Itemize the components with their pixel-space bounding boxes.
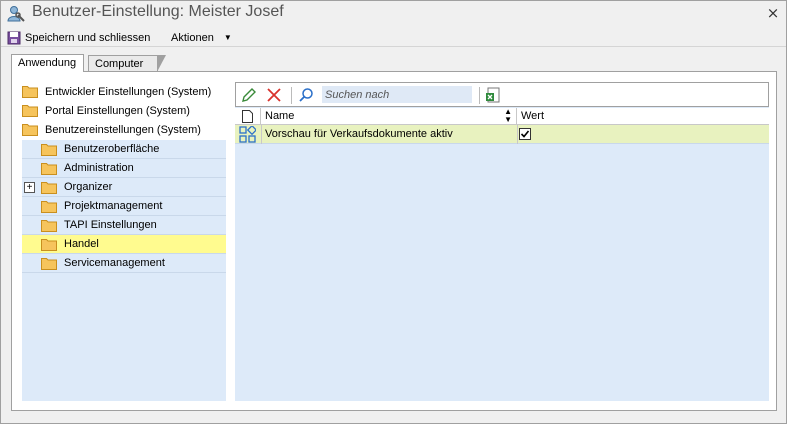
grid-header: Name ▲ ▼ Wert: [235, 108, 769, 125]
toolbar-separator: [479, 87, 480, 104]
settings-grid: Name ▲▼ Wert Vorschau für Verkaufsdokume…: [235, 82, 769, 401]
tree-item-label: Entwickler Einstellungen (System): [45, 85, 212, 98]
window-title: Benutzer-Einstellung: Meister Josef: [32, 3, 284, 20]
column-header-wert[interactable]: Wert: [517, 108, 769, 125]
tree-item-label: Handel: [64, 238, 99, 250]
folder-icon: [41, 200, 57, 213]
row-name-cell: Vorschau für Verkaufsdokumente aktiv: [265, 128, 453, 140]
folder-icon: [41, 238, 57, 251]
tree-item-label: Administration: [64, 162, 134, 174]
actions-menu-button[interactable]: Aktionen ▼: [171, 29, 232, 46]
main-toolbar: Speichern und schliessen Aktionen ▼: [1, 27, 786, 47]
tree-item-label: Organizer: [64, 181, 113, 193]
tree-item-benutzeroberflaeche[interactable]: Benutzeroberfläche: [22, 140, 226, 159]
folder-icon: [22, 105, 38, 117]
tree-item-label: TAPI Einstellungen: [64, 219, 157, 231]
table-row[interactable]: Vorschau für Verkaufsdokumente aktiv: [235, 125, 769, 144]
settings-tree: Entwickler Einstellungen (System) Portal…: [22, 82, 226, 401]
folder-icon: [41, 181, 57, 194]
title-bar: Benutzer-Einstellung: Meister Josef ×: [1, 1, 786, 27]
folder-icon: [22, 124, 38, 136]
toolbar-separator: [291, 87, 292, 104]
tree-item-organizer[interactable]: + Organizer: [22, 178, 226, 197]
tree-item-label: Benutzereinstellungen (System): [45, 123, 201, 136]
sort-arrows-icon: ▲ ▼: [504, 107, 512, 124]
settings-window: Benutzer-Einstellung: Meister Josef × Sp…: [0, 0, 787, 424]
tree-item-projektmanagement[interactable]: Projektmanagement: [22, 197, 226, 216]
tree-item-administration[interactable]: Administration: [22, 159, 226, 178]
expand-icon[interactable]: +: [24, 182, 35, 193]
folder-icon: [41, 143, 57, 156]
folder-icon: [22, 86, 38, 98]
column-divider: [261, 125, 262, 144]
actions-label: Aktionen: [171, 31, 214, 44]
tree-item-label: Benutzeroberfläche: [64, 143, 160, 155]
tree-item-label: Servicemanagement: [64, 257, 165, 269]
column-divider: [517, 125, 518, 144]
tree-item-entwickler[interactable]: Entwickler Einstellungen (System): [22, 82, 226, 101]
tree-item-portal[interactable]: Portal Einstellungen (System): [22, 101, 226, 120]
edit-pencil-icon[interactable]: [241, 87, 257, 103]
tree-top-level: Entwickler Einstellungen (System) Portal…: [22, 82, 226, 140]
tree-item-benutzereinstellungen[interactable]: Benutzereinstellungen (System): [22, 120, 226, 139]
search-input[interactable]: [322, 86, 472, 103]
tree-item-label: Projektmanagement: [64, 200, 163, 212]
tree-item-tapi[interactable]: TAPI Einstellungen: [22, 216, 226, 235]
folder-icon: [41, 257, 57, 270]
save-and-close-label: Speichern und schliessen: [25, 31, 151, 44]
tree-item-servicemanagement[interactable]: Servicemanagement: [22, 254, 226, 273]
delete-icon[interactable]: [266, 87, 282, 103]
column-header-name[interactable]: Name ▲ ▼: [261, 108, 517, 125]
chevron-down-icon: ▼: [223, 33, 232, 42]
document-icon: [242, 110, 253, 123]
folder-icon: [41, 219, 57, 232]
excel-export-icon[interactable]: [485, 87, 501, 103]
header-icon-column[interactable]: [235, 108, 261, 125]
user-settings-icon: [7, 6, 25, 22]
tab-computer[interactable]: Computer: [88, 55, 166, 72]
grid-toolbar: [235, 82, 769, 107]
folder-icon: [41, 162, 57, 175]
wert-checkbox[interactable]: [519, 128, 531, 140]
tree-item-label: Portal Einstellungen (System): [45, 104, 190, 117]
search-icon[interactable]: [298, 87, 314, 103]
save-and-close-button[interactable]: Speichern und schliessen: [7, 29, 150, 46]
setting-item-icon: [239, 126, 256, 143]
tab-anwendung[interactable]: Anwendung: [11, 54, 84, 72]
column-header-name-label: Name: [265, 110, 295, 122]
tab-content-panel: Entwickler Einstellungen (System) Portal…: [11, 71, 777, 411]
save-icon: [7, 31, 21, 44]
close-button[interactable]: ×: [764, 3, 782, 23]
column-header-wert-label: Wert: [521, 110, 545, 122]
checkmark-icon: [520, 130, 530, 138]
tree-item-handel[interactable]: Handel: [22, 235, 226, 254]
